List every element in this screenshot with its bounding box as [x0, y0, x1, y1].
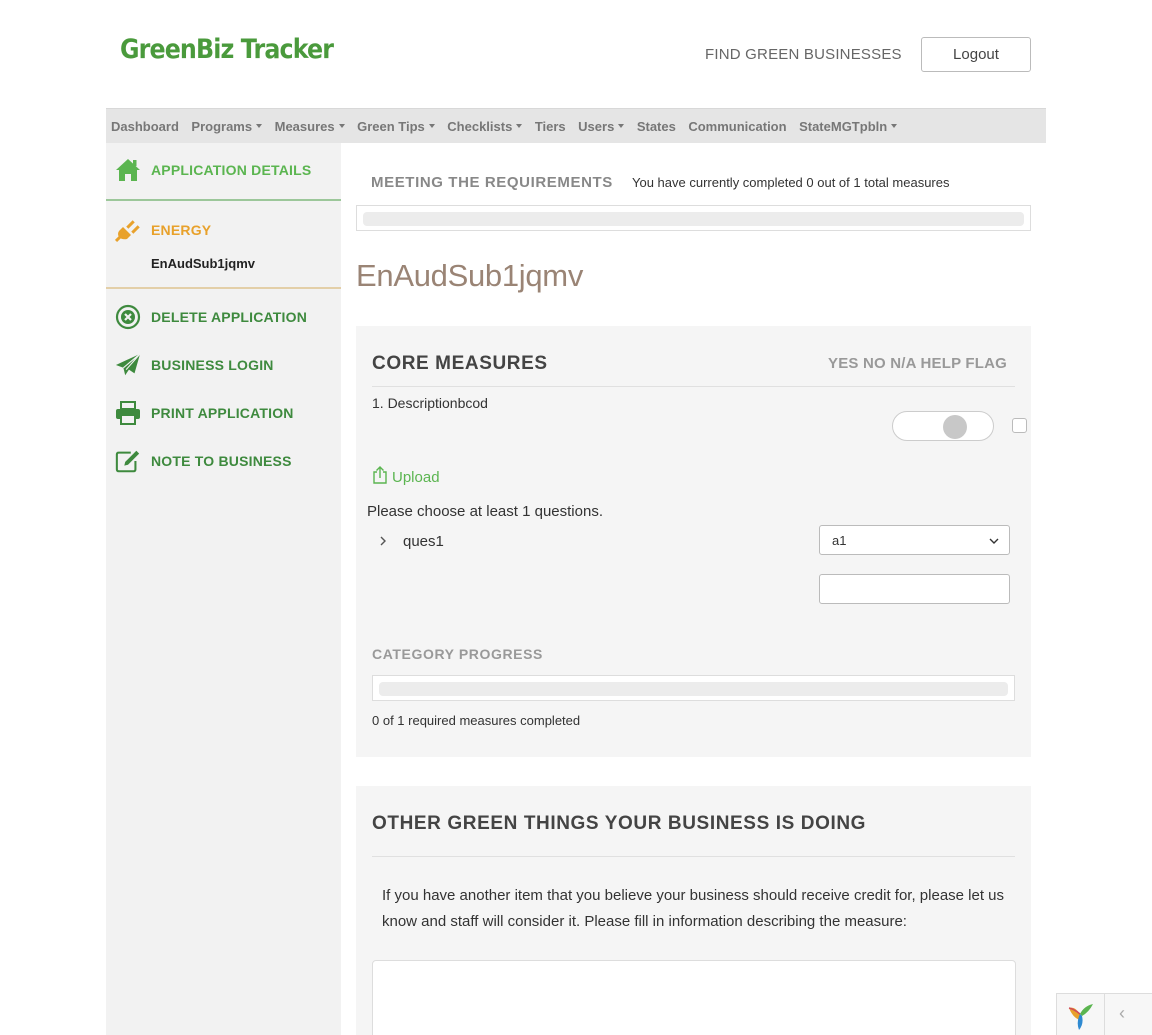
nav-item-checklists[interactable]: Checklists [447, 118, 523, 134]
sidebar-divider [106, 287, 341, 289]
page: GreenBiz Tracker FIND GREEN BUSINESSES L… [0, 0, 1152, 1035]
sidebar-item-label: DELETE APPLICATION [151, 309, 308, 325]
nav-item-communication[interactable]: Communication [688, 119, 786, 134]
sidebar-subitem-measure[interactable]: EnAudSub1jqmv [151, 256, 255, 271]
caret-down-icon [891, 124, 898, 128]
category-progress-bar [372, 675, 1015, 701]
sidebar-item-application-details[interactable]: APPLICATION DETAILS [106, 157, 341, 183]
plug-icon [115, 217, 141, 243]
sidebar-item-print-application[interactable]: PRINT APPLICATION [106, 400, 341, 426]
nav-item-label: Measures [274, 118, 335, 134]
question-row[interactable]: ques1 [378, 533, 444, 550]
flag-checkbox[interactable] [1012, 418, 1027, 433]
upload-button[interactable]: Upload [372, 466, 440, 488]
nav-item-label: Green Tips [357, 118, 425, 134]
other-green-things-panel: OTHER GREEN THINGS YOUR BUSINESS IS DOIN… [356, 786, 1031, 1035]
sidebar-item-label: ENERGY [151, 222, 212, 238]
nav-item-green-tips[interactable]: Green Tips [357, 119, 435, 134]
nav-item-states[interactable]: States [637, 119, 676, 134]
nav-item-measures[interactable]: Measures [275, 119, 345, 134]
question-label: ques1 [403, 533, 444, 550]
nav-item-programs[interactable]: Programs [191, 118, 263, 134]
question-instructions: Please choose at least 1 questions. [367, 503, 603, 520]
upload-icon [372, 466, 388, 488]
progress-track [379, 682, 1008, 696]
nav-item-label: Users [578, 118, 615, 134]
nav-item-label: Tiers [534, 118, 566, 134]
sidebar-item-label: NOTE TO BUSINESS [151, 453, 292, 469]
sidebar-item-note-to-business[interactable]: NOTE TO BUSINESS [106, 448, 341, 474]
sidebar-item-label: PRINT APPLICATION [151, 405, 294, 421]
core-measures-panel: CORE MEASURES YES NO N/A HELP FLAG 1. De… [356, 326, 1031, 757]
sidebar-item-delete-application[interactable]: DELETE APPLICATION [106, 304, 341, 330]
sidebar-item-energy[interactable]: ENERGY [106, 217, 341, 243]
nav-item-statemgtpbln[interactable]: StateMGTpbln [799, 118, 898, 134]
other-green-things-title: OTHER GREEN THINGS YOUR BUSINESS IS DOIN… [372, 813, 867, 834]
home-icon [115, 157, 141, 183]
caret-down-icon [618, 124, 625, 128]
sidebar-item-label: APPLICATION DETAILS [151, 162, 312, 178]
category-progress-text: 0 of 1 required measures completed [372, 713, 581, 728]
yii-logo-icon[interactable] [1065, 1000, 1097, 1032]
close-circle-icon [115, 304, 141, 330]
nav-item-label: States [636, 118, 676, 134]
upload-label: Upload [392, 468, 440, 486]
core-measures-title: CORE MEASURES [372, 353, 548, 374]
app-logo[interactable]: GreenBiz Tracker [120, 34, 334, 65]
other-green-things-instructions: If you have another item that you believ… [382, 887, 1005, 930]
column-headers: YES NO N/A HELP FLAG [828, 355, 1008, 372]
caret-down-icon [338, 124, 345, 128]
answer-select[interactable]: a1 [819, 525, 1010, 555]
answer-select-value: a1 [832, 532, 847, 548]
category-progress-title: CATEGORY PROGRESS [372, 646, 543, 662]
panel-divider [372, 856, 1015, 857]
edit-icon [115, 448, 141, 474]
chevron-left-icon[interactable]: ‹ [1119, 1003, 1125, 1024]
nav-item-label: Checklists [447, 118, 513, 134]
chevron-down-icon [989, 533, 999, 548]
caret-down-icon [256, 124, 263, 128]
caret-down-icon [428, 124, 435, 128]
requirements-progress-bar [356, 205, 1031, 231]
sidebar: APPLICATION DETAILS ENERGY EnAudSub1jqmv… [106, 143, 341, 1035]
panel-divider [372, 386, 1015, 387]
answer-text-input[interactable] [819, 574, 1010, 604]
sidebar-divider [106, 199, 341, 201]
page-title: EnAudSub1jqmv [356, 258, 584, 293]
main-nav: Dashboard Programs Measures Green Tips Check… [106, 108, 1046, 143]
yes-no-na-toggle[interactable] [892, 411, 994, 441]
nav-item-label: Communication [688, 118, 787, 134]
sidebar-item-label: BUSINESS LOGIN [151, 357, 274, 373]
paper-plane-icon [115, 352, 141, 378]
debug-toolbar-divider [1104, 994, 1105, 1035]
nav-item-label: StateMGTpbln [799, 118, 888, 134]
nav-item-users[interactable]: Users [578, 118, 625, 134]
sidebar-item-business-login[interactable]: BUSINESS LOGIN [106, 352, 341, 378]
nav-item-label: Dashboard [111, 118, 179, 134]
requirements-title: MEETING THE REQUIREMENTS [371, 174, 613, 191]
measure-description: 1. Descriptionbcod [372, 395, 488, 411]
nav-item-tiers[interactable]: Tiers [535, 119, 566, 134]
toggle-knob[interactable] [943, 415, 967, 439]
find-green-businesses-link[interactable]: FIND GREEN BUSINESSES [705, 46, 902, 63]
chevron-right-icon[interactable] [378, 534, 394, 550]
printer-icon [115, 400, 141, 426]
progress-track [363, 212, 1024, 226]
nav-item-label: Programs [191, 118, 253, 134]
caret-down-icon [516, 124, 523, 128]
debug-toolbar[interactable]: ‹ [1056, 993, 1152, 1035]
logout-button[interactable]: Logout [921, 37, 1031, 72]
nav-item-dashboard[interactable]: Dashboard [111, 119, 179, 134]
requirements-text: You have currently completed 0 out of 1 … [632, 175, 950, 190]
other-measure-textarea[interactable] [372, 960, 1016, 1035]
